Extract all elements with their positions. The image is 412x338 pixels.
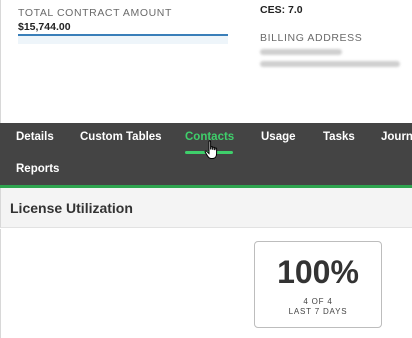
tab-journal[interactable]: Journ — [381, 131, 412, 143]
utilization-percent: 100% — [277, 254, 359, 290]
tab-reports[interactable]: Reports — [16, 163, 59, 175]
ces-value: CES: 7.0 — [260, 4, 303, 16]
section-title: License Utilization — [10, 200, 133, 216]
amount-field-underline — [18, 34, 228, 36]
utilization-card: 100% 4 OF 4 LAST 7 DAYS — [254, 241, 382, 328]
license-utilization-header: License Utilization — [0, 188, 412, 228]
billing-address-line2 — [260, 61, 400, 67]
billing-address-line1 — [260, 49, 342, 55]
hand-cursor-icon — [204, 140, 218, 159]
account-summary: TOTAL CONTRACT AMOUNT $15,744.00 CES: 7.… — [0, 0, 412, 123]
contract-amount-label: TOTAL CONTRACT AMOUNT — [18, 7, 172, 19]
tab-details[interactable]: Details — [16, 131, 54, 143]
utilization-count: 4 OF 4 — [303, 297, 333, 306]
amount-field-shade — [18, 36, 228, 44]
tab-tasks[interactable]: Tasks — [323, 131, 355, 143]
tab-custom-tables[interactable]: Custom Tables — [80, 131, 162, 143]
tab-usage[interactable]: Usage — [261, 131, 296, 143]
billing-address-label: BILLING ADDRESS — [260, 32, 363, 44]
contract-amount-value: $15,744.00 — [18, 21, 71, 33]
utilization-period: LAST 7 DAYS — [288, 307, 348, 316]
